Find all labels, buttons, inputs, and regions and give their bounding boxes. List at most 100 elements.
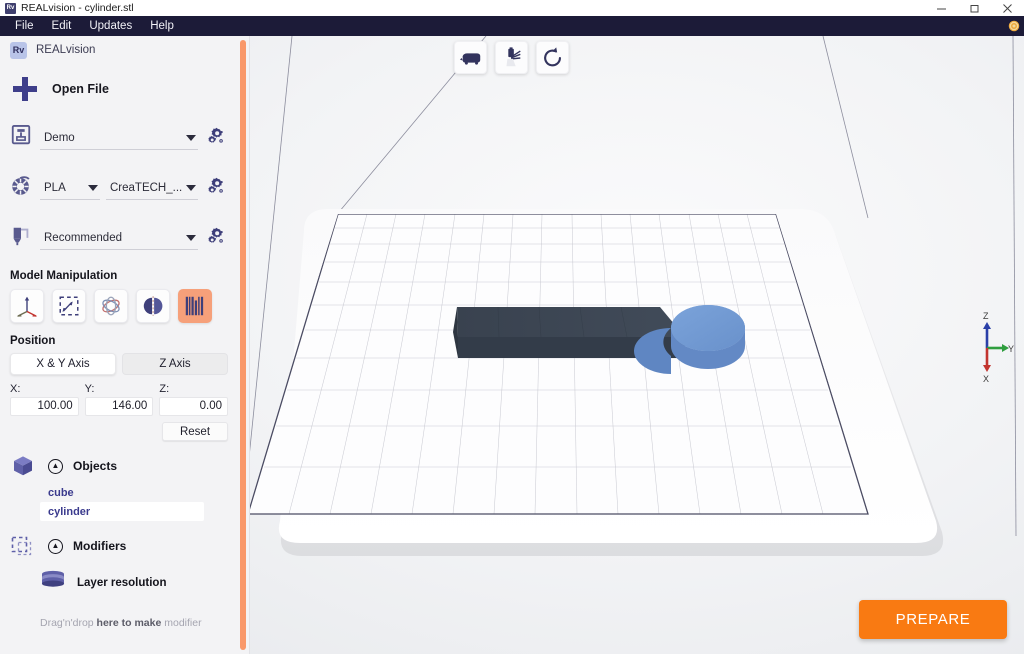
printer-value: Demo [44,132,75,144]
viewport-3d[interactable]: Z Y X PREPARE [250,36,1024,654]
open-file-button[interactable]: Open File [0,64,238,116]
axis-gizmo: Z Y X [970,310,1016,386]
y-label: Y: [84,383,95,395]
measure-tool-button[interactable] [495,41,528,74]
axis-y: Y [987,344,1014,354]
brand-row: Rv REALvision [0,36,238,64]
printer-icon [8,122,34,150]
camera-view-icon [459,52,480,65]
camera-view-button[interactable] [454,41,487,74]
objects-title: Objects [73,459,118,473]
plus-icon [12,76,38,102]
titlebar-left: Rv REALvision - cylinder.stl [0,2,134,14]
model-manipulation-title: Model Manipulation [10,270,118,282]
material-brand-value: CreaTECH_... [110,182,183,194]
close-button[interactable] [991,0,1024,16]
brand-badge: Rv [10,41,27,59]
axis-y-label: Y [1008,344,1014,354]
modifier-label: Layer resolution [77,576,167,589]
model-manipulation-toolbar [0,289,238,323]
reset-row: Reset [0,416,238,441]
position-axis-tabs: X & Y Axis Z Axis [0,353,238,375]
reset-view-button[interactable] [536,41,569,74]
printer-combo[interactable]: Demo [40,130,198,150]
material-type-combo[interactable]: PLA [40,180,100,200]
menubar: File Edit Updates Help [0,16,1024,36]
sidebar-content: Rv REALvision Open File Demo PLA CreaTEC… [0,36,238,629]
window-titlebar: Rv REALvision - cylinder.stl [0,0,1024,16]
per-model-settings-button[interactable] [178,289,212,323]
chevron-down-icon [186,135,196,141]
axis-x-label: X [983,374,989,384]
profile-selector[interactable]: Recommended [0,216,238,250]
tab-xy-axis[interactable]: X & Y Axis [10,353,116,375]
x-label: X: [10,383,21,395]
axis-z-label: Z [983,311,989,321]
coordinate-labels: X: Y: Z: [0,375,238,395]
prepare-button[interactable]: PREPARE [859,600,1007,639]
chevron-down-icon [186,185,197,191]
chevron-up-icon[interactable]: ▲ [48,458,63,474]
viewport-toolbar [454,41,569,74]
axis-x: X [983,348,991,384]
open-file-label: Open File [52,82,109,96]
measure-tool-icon [505,46,521,66]
maximize-button[interactable] [958,0,991,16]
object-item-cube[interactable]: cube [40,483,204,502]
refresh-rotate-icon [543,46,561,66]
menu-item-edit[interactable]: Edit [43,16,81,36]
mirror-tool-button[interactable] [136,289,170,323]
menu-item-updates[interactable]: Updates [80,16,141,36]
z-label: Z: [159,383,170,395]
menu-item-file[interactable]: File [6,16,43,36]
object-item-cylinder[interactable]: cylinder [40,502,204,521]
brand-name: REALvision [36,44,96,56]
dragdrop-hint: Drag'n'drop here to make modifier [40,597,238,629]
gear-icon[interactable] [1007,19,1021,33]
window-title: REALvision - cylinder.stl [21,2,134,14]
scale-tool-button[interactable] [52,289,86,323]
material-brand-combo[interactable]: CreaTECH_... [106,180,199,200]
layers-icon [40,570,66,595]
move-tool-button[interactable] [10,289,44,323]
sidebar-scrollbar[interactable] [240,40,246,650]
material-type-value: PLA [44,182,66,194]
chevron-down-icon [88,185,98,191]
build-plate-grid [250,214,869,515]
profile-combo[interactable]: Recommended [40,230,198,250]
cube-icon [8,453,38,479]
tab-z-axis[interactable]: Z Axis [122,353,228,375]
dragdrop-prefix: Drag'n'drop [40,617,97,629]
y-input[interactable]: 146.00 [84,397,154,416]
nozzle-icon [8,222,34,250]
dragdrop-suffix: modifier [164,617,202,629]
chevron-down-icon [186,235,196,241]
axis-z: Z [983,311,991,348]
x-input[interactable]: 100.00 [10,397,79,416]
position-title: Position [10,335,56,347]
printer-selector[interactable]: Demo [0,116,238,150]
menu-item-help[interactable]: Help [141,16,183,36]
objects-header[interactable]: ▲ Objects [0,441,238,483]
modifiers-header[interactable]: ▲ Modifiers [0,521,238,563]
minimize-button[interactable] [925,0,958,16]
material-selector[interactable]: PLA CreaTECH_... [0,166,238,200]
profile-settings-button[interactable] [204,224,230,250]
scene-svg [250,36,1017,556]
sidebar: Rv REALvision Open File Demo PLA CreaTEC… [0,36,250,654]
dashed-box-icon [8,533,38,559]
filament-spool-icon [8,172,34,200]
printer-settings-button[interactable] [204,124,230,150]
reset-button[interactable]: Reset [162,422,228,441]
profile-value: Recommended [44,232,122,244]
material-settings-button[interactable] [204,174,230,200]
app-icon: Rv [5,2,16,14]
modifier-item-layer-resolution[interactable]: Layer resolution [40,563,238,597]
chevron-up-icon[interactable]: ▲ [48,538,63,554]
dragdrop-strong: here to make [96,617,165,629]
z-input[interactable]: 0.00 [159,397,229,416]
app-shell: Rv REALvision Open File Demo PLA CreaTEC… [0,36,1024,654]
window-controls [925,0,1024,16]
modifiers-title: Modifiers [73,539,127,553]
rotate-tool-button[interactable] [94,289,128,323]
